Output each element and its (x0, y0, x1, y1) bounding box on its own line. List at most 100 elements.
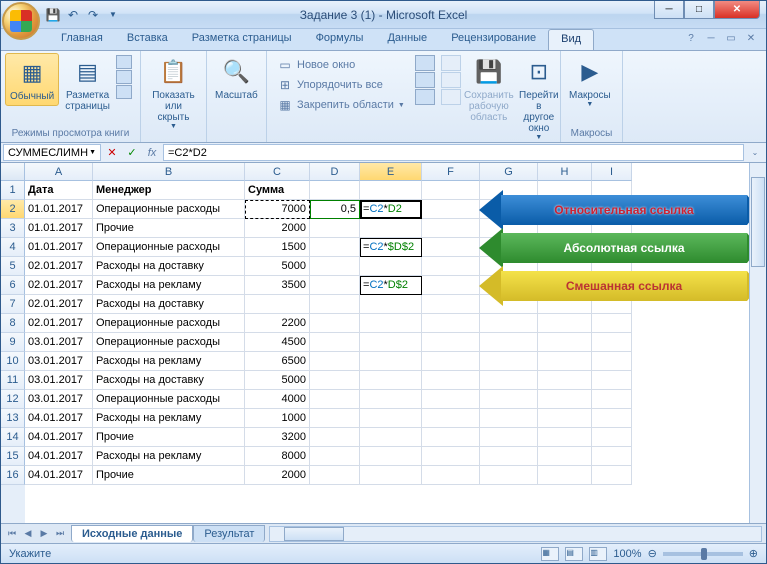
cell-C11[interactable]: 5000 (245, 371, 310, 390)
cancel-formula-icon[interactable]: ✕ (103, 144, 121, 161)
col-header-H[interactable]: H (538, 163, 592, 181)
cell-E4[interactable]: =C2*$D$2 (360, 238, 422, 257)
sheet-tab-result[interactable]: Результат (193, 525, 265, 542)
vscroll-thumb[interactable] (751, 177, 765, 267)
cell-A5[interactable]: 02.01.2017 (25, 257, 93, 276)
cell-A4[interactable]: 01.01.2017 (25, 238, 93, 257)
macros-button[interactable]: ▶ Макросы ▼ (565, 53, 615, 111)
cell-B12[interactable]: Операционные расходы (93, 390, 245, 409)
formula-input[interactable]: =C2*D2 (163, 144, 744, 161)
cell-E14[interactable] (360, 428, 422, 447)
cell-B9[interactable]: Операционные расходы (93, 333, 245, 352)
cell-A1[interactable]: Дата (25, 181, 93, 200)
cell-G12[interactable] (480, 390, 538, 409)
hide-icon[interactable] (415, 72, 435, 88)
sheet-nav-next-icon[interactable]: ▶ (37, 527, 51, 541)
col-header-D[interactable]: D (310, 163, 360, 181)
cell-A13[interactable]: 04.01.2017 (25, 409, 93, 428)
cell-F2[interactable] (422, 200, 480, 219)
show-hide-button[interactable]: 📋 Показать или скрыть ▼ (145, 53, 202, 133)
redo-icon[interactable]: ↷ (85, 7, 101, 23)
cell-D4[interactable] (310, 238, 360, 257)
sheet-nav-last-icon[interactable]: ⏭ (53, 527, 67, 541)
tab-home[interactable]: Главная (49, 29, 115, 50)
cell-H15[interactable] (538, 447, 592, 466)
cell-F5[interactable] (422, 257, 480, 276)
row-header-12[interactable]: 12 (1, 390, 25, 409)
col-header-F[interactable]: F (422, 163, 480, 181)
cell-G10[interactable] (480, 352, 538, 371)
cell-C3[interactable]: 2000 (245, 219, 310, 238)
cell-F11[interactable] (422, 371, 480, 390)
cell-F4[interactable] (422, 238, 480, 257)
maximize-button[interactable]: □ (684, 1, 714, 19)
cell-A16[interactable]: 04.01.2017 (25, 466, 93, 485)
cell-I10[interactable] (592, 352, 632, 371)
doc-restore-icon[interactable]: ▭ (724, 31, 738, 45)
cell-C14[interactable]: 3200 (245, 428, 310, 447)
cell-E5[interactable] (360, 257, 422, 276)
cell-I16[interactable] (592, 466, 632, 485)
cell-E9[interactable] (360, 333, 422, 352)
row-header-8[interactable]: 8 (1, 314, 25, 333)
vertical-scrollbar[interactable] (749, 163, 766, 523)
cell-B4[interactable]: Операционные расходы (93, 238, 245, 257)
enter-formula-icon[interactable]: ✓ (123, 144, 141, 161)
normal-view-button[interactable]: ▦ Обычный (5, 53, 59, 106)
row-header-1[interactable]: 1 (1, 181, 25, 200)
cell-C1[interactable]: Сумма (245, 181, 310, 200)
new-window-button[interactable]: ▭Новое окно (273, 55, 409, 75)
row-header-7[interactable]: 7 (1, 295, 25, 314)
cell-C13[interactable]: 1000 (245, 409, 310, 428)
cell-B7[interactable]: Расходы на доставку (93, 295, 245, 314)
cell-E6[interactable]: =C2*D$2 (360, 276, 422, 295)
view-sidebyside-icon[interactable] (441, 55, 461, 71)
cell-A11[interactable]: 03.01.2017 (25, 371, 93, 390)
cell-H12[interactable] (538, 390, 592, 409)
cell-C9[interactable]: 4500 (245, 333, 310, 352)
cell-I13[interactable] (592, 409, 632, 428)
cell-E7[interactable] (360, 295, 422, 314)
cell-A15[interactable]: 04.01.2017 (25, 447, 93, 466)
cell-H10[interactable] (538, 352, 592, 371)
normal-view-icon[interactable]: ▦ (541, 547, 559, 561)
tab-pagelayout[interactable]: Разметка страницы (180, 29, 304, 50)
cell-F1[interactable] (422, 181, 480, 200)
freeze-button[interactable]: ▦Закрепить области▼ (273, 95, 409, 115)
cell-B14[interactable]: Прочие (93, 428, 245, 447)
cell-C6[interactable]: 3500 (245, 276, 310, 295)
cell-D7[interactable] (310, 295, 360, 314)
cell-C5[interactable]: 5000 (245, 257, 310, 276)
cell-B13[interactable]: Расходы на рекламу (93, 409, 245, 428)
cell-F14[interactable] (422, 428, 480, 447)
cell-E15[interactable] (360, 447, 422, 466)
fx-icon[interactable]: fx (143, 144, 161, 161)
cell-C2[interactable]: 7000 (245, 200, 310, 219)
cell-H11[interactable] (538, 371, 592, 390)
cell-I8[interactable] (592, 314, 632, 333)
cell-E8[interactable] (360, 314, 422, 333)
doc-minimize-icon[interactable]: ─ (704, 31, 718, 45)
cell-F16[interactable] (422, 466, 480, 485)
cell-G14[interactable] (480, 428, 538, 447)
grid[interactable]: Относительная ссылка Абсолютная ссылка С… (25, 181, 749, 485)
cell-C10[interactable]: 6500 (245, 352, 310, 371)
cell-A6[interactable]: 02.01.2017 (25, 276, 93, 295)
cell-G16[interactable] (480, 466, 538, 485)
cell-C15[interactable]: 8000 (245, 447, 310, 466)
cell-D3[interactable] (310, 219, 360, 238)
cell-B11[interactable]: Расходы на доставку (93, 371, 245, 390)
cell-A12[interactable]: 03.01.2017 (25, 390, 93, 409)
tab-formulas[interactable]: Формулы (304, 29, 376, 50)
cell-A3[interactable]: 01.01.2017 (25, 219, 93, 238)
cell-H9[interactable] (538, 333, 592, 352)
cell-D14[interactable] (310, 428, 360, 447)
cell-I9[interactable] (592, 333, 632, 352)
cell-D8[interactable] (310, 314, 360, 333)
cell-D1[interactable] (310, 181, 360, 200)
cell-D2[interactable]: 0,5 (310, 200, 360, 219)
expand-formula-icon[interactable]: ⌄ (746, 144, 764, 161)
sheet-nav-first-icon[interactable]: ⏮ (5, 527, 19, 541)
cell-D5[interactable] (310, 257, 360, 276)
tab-data[interactable]: Данные (375, 29, 439, 50)
